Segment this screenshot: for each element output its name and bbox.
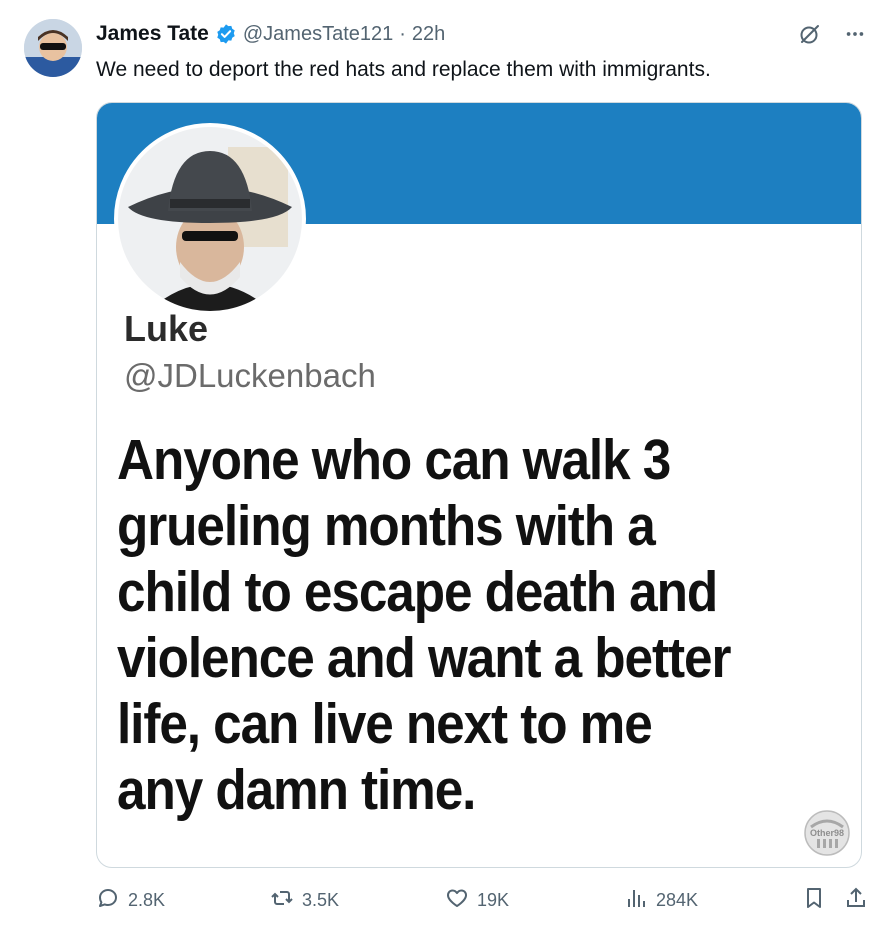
timestamp[interactable]: 22h — [412, 23, 445, 46]
reply-button[interactable]: 2.8K — [96, 880, 165, 920]
verified-badge-icon — [215, 23, 237, 45]
top-actions — [798, 22, 866, 51]
tweet-text: We need to deport the red hats and repla… — [96, 58, 711, 81]
tweet[interactable]: James Tate @JamesTate121 · 22h We need t — [0, 0, 886, 952]
reply-count: 2.8K — [128, 889, 166, 910]
share-button[interactable] — [844, 880, 868, 920]
views-button[interactable]: 284K — [624, 880, 698, 920]
views-count: 284K — [656, 889, 699, 910]
views-icon — [624, 886, 648, 915]
reply-icon — [96, 886, 120, 915]
author-avatar[interactable] — [24, 19, 82, 77]
repost-icon — [270, 886, 294, 915]
embedded-handle: @JDLuckenbach — [124, 357, 376, 394]
more-icon[interactable] — [844, 23, 866, 50]
embedded-image[interactable]: Luke @JDLuckenbach Anyone who can walk 3… — [96, 102, 862, 868]
bookmark-icon — [802, 886, 826, 915]
like-button[interactable]: 19K — [445, 880, 509, 920]
share-icon — [844, 886, 868, 915]
separator-dot: · — [399, 22, 406, 45]
repost-button[interactable]: 3.5K — [270, 880, 339, 920]
embedded-avatar — [114, 123, 306, 315]
author-handle[interactable]: @JamesTate121 — [243, 23, 393, 46]
embedded-body: Anyone who can walk 3 grueling months wi… — [117, 428, 731, 822]
embedded-name: Luke — [124, 308, 209, 349]
grok-icon[interactable] — [798, 22, 822, 51]
like-icon — [445, 886, 469, 915]
author-name[interactable]: James Tate — [96, 22, 209, 46]
repost-count: 3.5K — [302, 889, 340, 910]
author-row: James Tate @JamesTate121 · 22h — [96, 20, 445, 48]
bookmark-button[interactable] — [802, 880, 826, 920]
svg-text:Other98: Other98 — [810, 828, 844, 838]
watermark-logo: Other98 — [803, 809, 851, 857]
like-count: 19K — [477, 889, 510, 910]
action-bar: 2.8K 3.5K 19K 284K — [96, 880, 876, 920]
